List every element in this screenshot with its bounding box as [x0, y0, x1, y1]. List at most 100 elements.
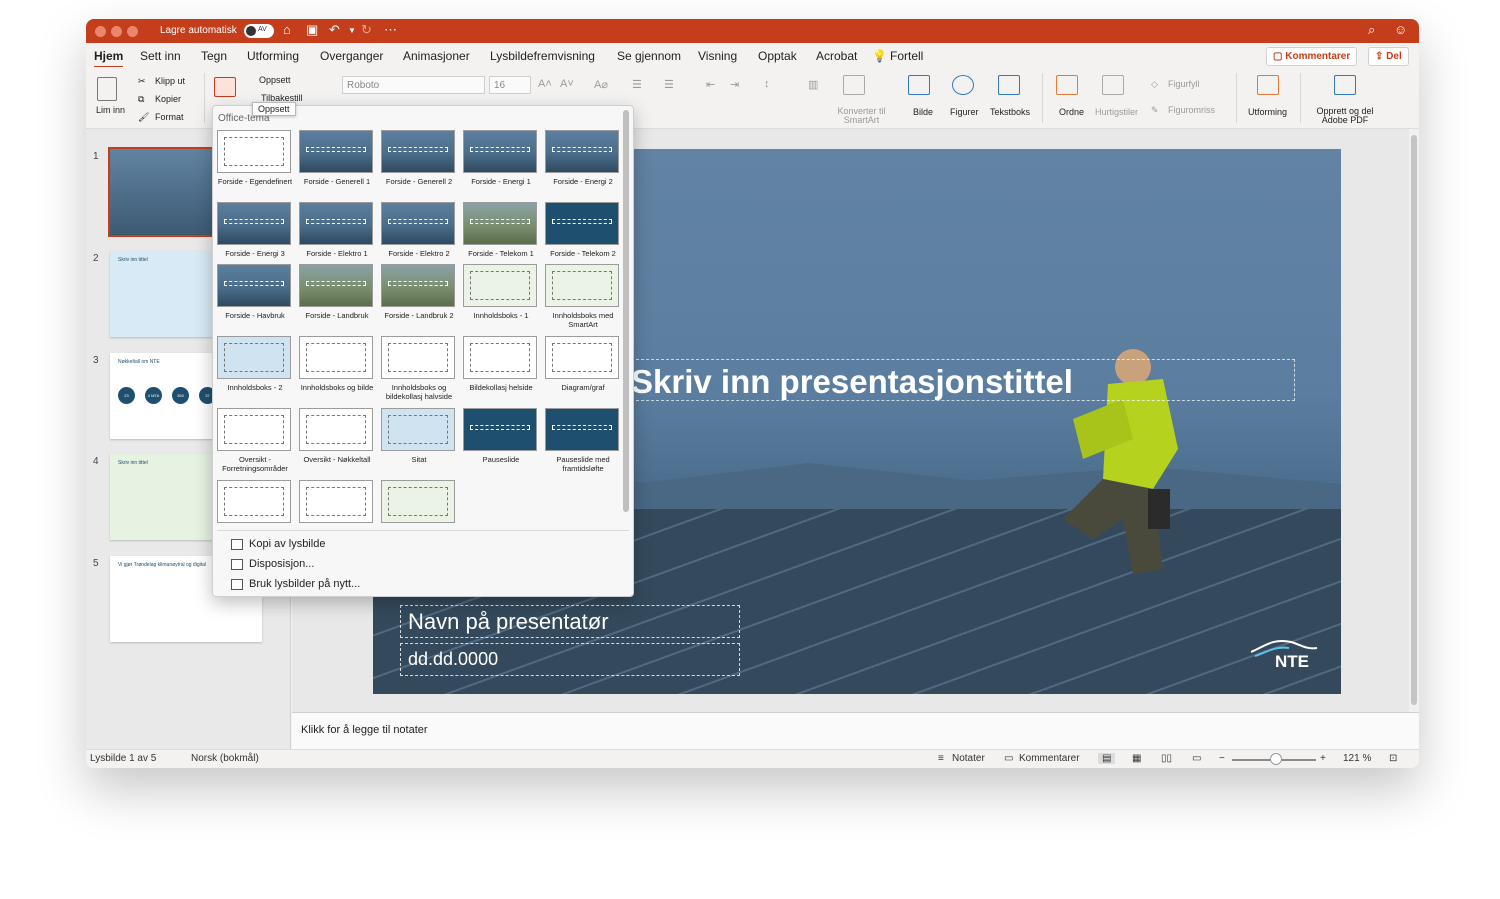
textbox-label[interactable]: Tekstboks	[990, 107, 1030, 117]
layout-option[interactable]: Diagram/graf	[545, 336, 621, 392]
cut-icon[interactable]: ✂	[138, 76, 146, 87]
smartart-icon[interactable]	[843, 75, 865, 95]
layout-option[interactable]: Pauseslide	[463, 408, 539, 464]
editor-scrollbar[interactable]	[1409, 129, 1419, 712]
fit-slide-icon[interactable]: ⊡	[1389, 753, 1397, 764]
comments-button[interactable]: ▢ Kommentarer	[1266, 47, 1358, 66]
convert-smartart-label[interactable]: Konverter til SmartArt	[834, 107, 889, 125]
layout-option[interactable]: Forside - Egendefinert	[217, 130, 293, 186]
columns-icon[interactable]: ▥	[808, 78, 818, 91]
layout-option[interactable]: Innholdsboks og bildekollasj halvside	[381, 336, 457, 401]
decrease-font-icon[interactable]: A˅	[560, 78, 574, 90]
close-window-button[interactable]	[95, 26, 106, 37]
duplicate-slide-item[interactable]: Kopi av lysbilde	[249, 538, 325, 550]
shape-outline-label[interactable]: Figuromriss	[1168, 105, 1215, 115]
layout-option[interactable]: Forside - Generell 2	[381, 130, 457, 186]
home-icon[interactable]: ⌂	[283, 22, 291, 37]
new-slide-icon[interactable]	[214, 77, 236, 97]
slideshow-view-icon[interactable]: ▭	[1192, 753, 1201, 764]
account-icon[interactable]: ☺	[1394, 22, 1407, 37]
layout-option[interactable]: Bildekollasj helside	[463, 336, 539, 392]
quick-styles-icon[interactable]	[1102, 75, 1124, 95]
outline-item[interactable]: Disposisjon...	[249, 558, 314, 570]
tab-view[interactable]: Visning	[698, 49, 737, 63]
cut-label[interactable]: Klipp ut	[155, 76, 185, 86]
designer-icon[interactable]	[1257, 75, 1279, 95]
scrollbar-thumb[interactable]	[1411, 135, 1417, 705]
zoom-out-icon[interactable]: −	[1219, 753, 1225, 764]
shapes-icon[interactable]	[952, 75, 974, 95]
clear-format-icon[interactable]: A⌀	[594, 78, 608, 91]
minimize-window-button[interactable]	[111, 26, 122, 37]
tab-draw[interactable]: Tegn	[201, 49, 227, 63]
shapes-label[interactable]: Figurer	[950, 107, 979, 117]
shape-fill-label[interactable]: Figurfyll	[1168, 79, 1200, 89]
notes-icon[interactable]: ≡	[938, 753, 944, 764]
font-size-field[interactable]: 16	[489, 76, 531, 94]
tab-acrobat[interactable]: Acrobat	[816, 49, 857, 63]
layout-option[interactable]: Innholdsboks - 2	[217, 336, 293, 392]
presentation-date[interactable]: dd.dd.0000	[400, 643, 740, 676]
paste-icon[interactable]	[97, 77, 117, 101]
comments-status-icon[interactable]: ▭	[1004, 753, 1013, 764]
layout-option[interactable]: Innholdsboks og bilde	[299, 336, 375, 392]
dropdown-scrollbar[interactable]	[623, 110, 629, 512]
font-name-field[interactable]: Roboto	[342, 76, 485, 94]
tab-transitions[interactable]: Overganger	[320, 49, 383, 63]
layout-option[interactable]: Forside - Havbruk	[217, 264, 293, 320]
paste-label[interactable]: Lim inn	[96, 105, 125, 115]
zoom-window-button[interactable]	[127, 26, 138, 37]
layout-option[interactable]: Forside - Elektro 1	[299, 202, 375, 258]
fill-icon[interactable]: ◇	[1151, 79, 1158, 90]
reuse-slides-item[interactable]: Bruk lysbilder på nytt...	[249, 578, 360, 590]
redo-icon[interactable]: ↻	[361, 22, 372, 38]
tab-record[interactable]: Opptak	[758, 49, 797, 63]
decrease-indent-icon[interactable]: ⇤	[706, 78, 715, 91]
bullets-icon[interactable]: ☰	[632, 78, 642, 91]
format-painter-label[interactable]: Format	[155, 112, 184, 122]
arrange-icon[interactable]	[1056, 75, 1078, 95]
autosave-toggle[interactable]: AV	[244, 24, 274, 38]
format-painter-icon[interactable]: 🖌	[138, 112, 149, 123]
layout-option[interactable]: Forside - Landbruk	[299, 264, 375, 320]
undo-icon[interactable]: ↶	[329, 22, 340, 38]
presenter-name[interactable]: Navn på presentatør	[400, 605, 740, 638]
pdf-icon[interactable]	[1334, 75, 1356, 95]
share-button[interactable]: ⇪ Del	[1368, 47, 1409, 66]
save-icon[interactable]: ▣	[306, 22, 318, 38]
layout-option[interactable]: Forside - Generell 1	[299, 130, 375, 186]
designer-label[interactable]: Utforming	[1248, 107, 1287, 117]
tab-slideshow[interactable]: Lysbildefremvisning	[490, 49, 595, 63]
zoom-in-icon[interactable]: +	[1320, 753, 1326, 764]
tell-me-search[interactable]: Fortell	[890, 49, 923, 63]
tab-insert[interactable]: Sett inn	[140, 49, 181, 63]
numbering-icon[interactable]: ☰	[664, 78, 674, 91]
tab-home[interactable]: Hjem	[94, 49, 124, 68]
layout-option[interactable]: Oversikt - Nøkkeltall	[299, 408, 375, 464]
picture-label[interactable]: Bilde	[913, 107, 933, 117]
layout-option[interactable]: Forside - Energi 3	[217, 202, 293, 258]
layout-option[interactable]: Forside - Telekom 1	[463, 202, 539, 258]
language-indicator[interactable]: Norsk (bokmål)	[191, 753, 259, 764]
copy-icon[interactable]: ⧉	[138, 94, 144, 105]
tab-animations[interactable]: Animasjoner	[403, 49, 470, 63]
notes-pane[interactable]: Klikk for å legge til notater	[292, 712, 1419, 749]
layout-option[interactable]: Forside - Energi 1	[463, 130, 539, 186]
layout-option[interactable]	[299, 480, 375, 527]
undo-dropdown-icon[interactable]: ▼	[348, 26, 356, 35]
tab-review[interactable]: Se gjennom	[617, 49, 681, 63]
slide-title[interactable]: Skriv inn presentasjonstittel	[631, 363, 1073, 401]
line-spacing-icon[interactable]: ↕	[764, 78, 770, 90]
layout-option[interactable]: Forside - Energi 2	[545, 130, 621, 186]
tab-design[interactable]: Utforming	[247, 49, 299, 63]
normal-view-icon[interactable]: ▤	[1098, 753, 1116, 764]
layout-option[interactable]: Forside - Elektro 2	[381, 202, 457, 258]
increase-font-icon[interactable]: A˄	[538, 78, 552, 90]
layout-option[interactable]: Innholdsboks - 1	[463, 264, 539, 320]
layout-option[interactable]: Forside - Landbruk 2	[381, 264, 457, 320]
quick-styles-label[interactable]: Hurtigstiler	[1095, 107, 1138, 117]
layout-option[interactable]: Pauseslide med framtidsløfte	[545, 408, 621, 473]
picture-icon[interactable]	[908, 75, 930, 95]
layout-option[interactable]: Sitat	[381, 408, 457, 464]
zoom-slider-knob[interactable]	[1270, 753, 1282, 765]
